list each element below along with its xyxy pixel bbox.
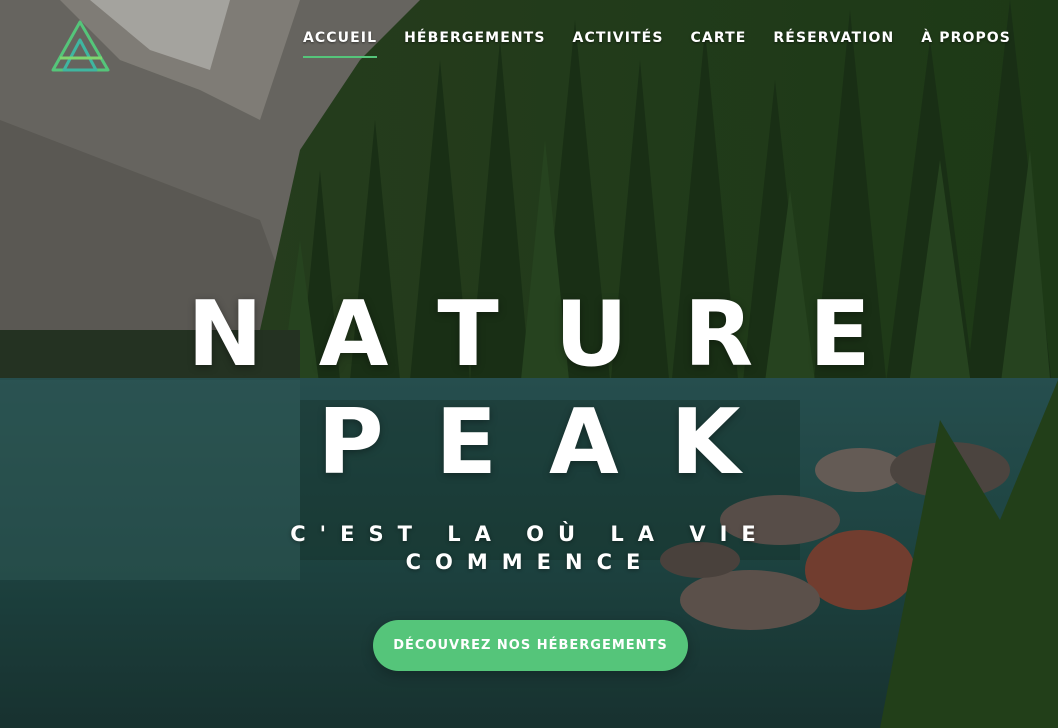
- discover-accommodations-button[interactable]: DÉCOUVREZ NOS HÉBERGEMENTS: [373, 620, 688, 671]
- nav-item-carte[interactable]: CARTE: [691, 30, 747, 58]
- hero-title-line-2: PEAK: [317, 390, 793, 495]
- hero-title: NATURE PEAK: [0, 290, 1058, 488]
- nav-item-accueil[interactable]: ACCUEIL: [302, 30, 378, 58]
- hero-title-line-1: NATURE: [187, 282, 927, 387]
- mountain-triangle-logo-icon[interactable]: [50, 18, 112, 74]
- main-navigation: ACCUEIL HÉBERGEMENTS ACTIVITÉS CARTE RÉS…: [276, 30, 1011, 58]
- nav-item-activites[interactable]: ACTIVITÉS: [573, 30, 664, 58]
- nav-item-reservation[interactable]: RÉSERVATION: [773, 30, 894, 58]
- hero-tagline: C'EST LA OÙ LA VIE COMMENCE: [290, 522, 770, 574]
- nav-item-a-propos[interactable]: À PROPOS: [921, 30, 1011, 58]
- nav-item-hebergements[interactable]: HÉBERGEMENTS: [404, 30, 545, 58]
